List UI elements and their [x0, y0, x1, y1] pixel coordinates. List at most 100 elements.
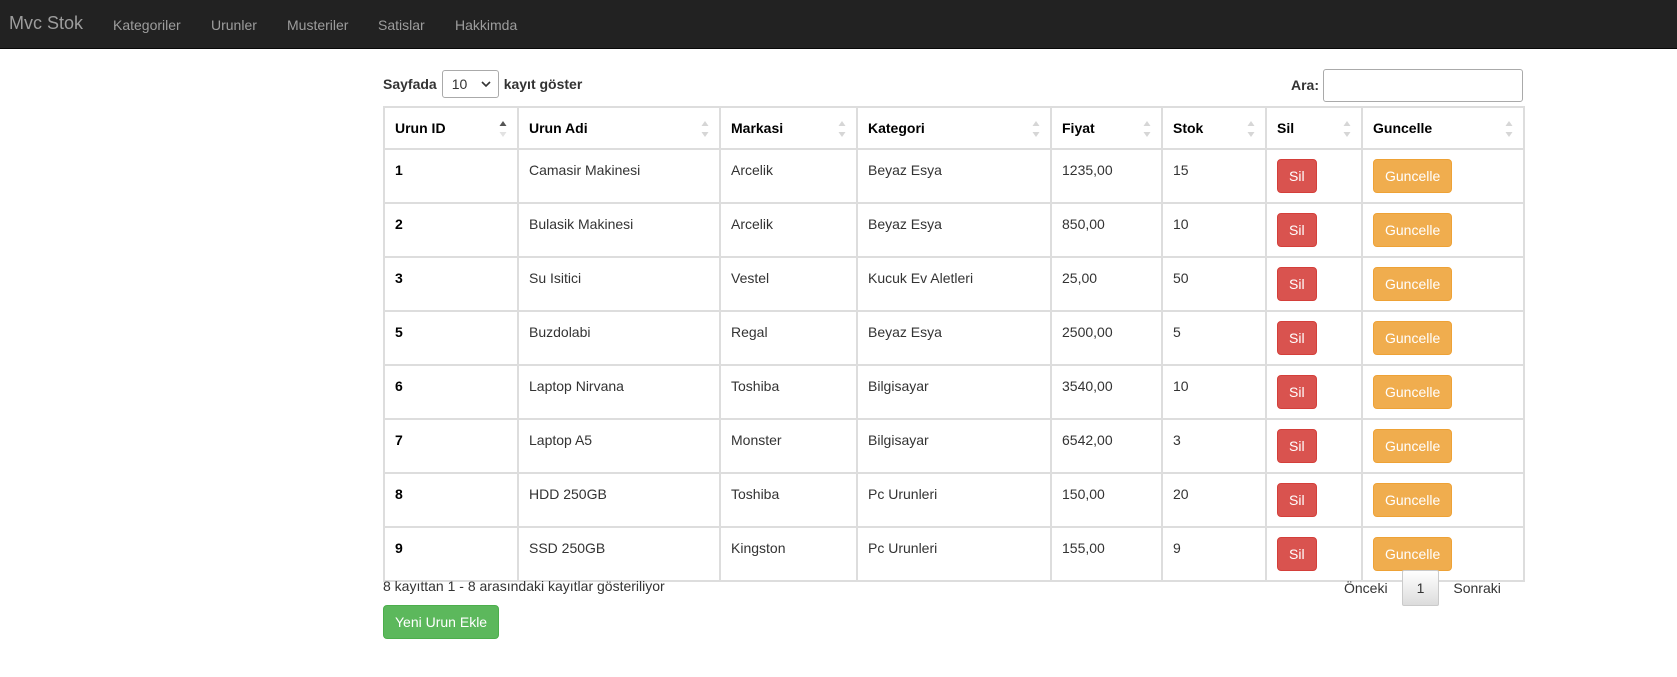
delete-button[interactable]: Sil: [1277, 213, 1317, 247]
table-row: 1 Camasir Makinesi Arcelik Beyaz Esya 12…: [383, 148, 1525, 204]
nav-link-urunler[interactable]: Urunler: [211, 15, 257, 35]
delete-button[interactable]: Sil: [1277, 375, 1317, 409]
search-input[interactable]: [1323, 68, 1524, 102]
cell-update: Guncelle: [1361, 256, 1525, 312]
update-button[interactable]: Guncelle: [1373, 213, 1453, 247]
cell-stock: 15: [1161, 148, 1267, 204]
sort-both-icon: [1505, 121, 1513, 137]
cell-price: 850,00: [1050, 202, 1163, 258]
sort-ascending-icon: [499, 121, 507, 137]
update-button[interactable]: Guncelle: [1373, 267, 1453, 301]
column-header-markasi[interactable]: Markasi: [719, 106, 858, 150]
cell-name: Laptop A5: [517, 418, 721, 474]
update-button[interactable]: Guncelle: [1373, 483, 1453, 517]
cell-delete: Sil: [1265, 364, 1363, 420]
column-header-kategori[interactable]: Kategori: [856, 106, 1052, 150]
cell-name: Su Isitici: [517, 256, 721, 312]
cell-id: 9: [383, 526, 519, 582]
top-navbar: Mvc Stok Kategoriler Urunler Musteriler …: [0, 0, 1677, 49]
column-label: Stok: [1173, 120, 1204, 136]
cell-price: 6542,00: [1050, 418, 1163, 474]
delete-button[interactable]: Sil: [1277, 483, 1317, 517]
column-label: Kategori: [868, 120, 925, 136]
cell-name: Laptop Nirvana: [517, 364, 721, 420]
next-page-button[interactable]: Sonraki: [1439, 570, 1514, 606]
delete-button[interactable]: Sil: [1277, 537, 1317, 571]
nav-link-musteriler[interactable]: Musteriler: [287, 15, 348, 35]
cell-brand: Regal: [719, 310, 858, 366]
cell-price: 3540,00: [1050, 364, 1163, 420]
sort-both-icon: [838, 121, 846, 137]
update-button[interactable]: Guncelle: [1373, 159, 1453, 193]
cell-delete: Sil: [1265, 256, 1363, 312]
column-header-stok[interactable]: Stok: [1161, 106, 1267, 150]
page-length-select[interactable]: 10: [441, 70, 499, 98]
nav-link-kategoriler[interactable]: Kategoriler: [113, 15, 181, 35]
sort-both-icon: [1343, 121, 1351, 137]
nav-link-hakkimda[interactable]: Hakkimda: [455, 15, 517, 35]
cell-update: Guncelle: [1361, 418, 1525, 474]
column-header-guncelle[interactable]: Guncelle: [1361, 106, 1525, 150]
column-label: Markasi: [731, 120, 784, 136]
column-header-urun-adi[interactable]: Urun Adi: [517, 106, 721, 150]
cell-update: Guncelle: [1361, 472, 1525, 528]
update-button[interactable]: Guncelle: [1373, 537, 1453, 571]
cell-stock: 10: [1161, 364, 1267, 420]
cell-brand: Toshiba: [719, 472, 858, 528]
cell-category: Beyaz Esya: [856, 202, 1052, 258]
products-table: Urun ID Urun Adi Markasi Kategori Fiyat …: [383, 106, 1525, 582]
cell-update: Guncelle: [1361, 148, 1525, 204]
cell-price: 1235,00: [1050, 148, 1163, 204]
table-info-text: 8 kayıttan 1 - 8 arasındaki kayıtlar gös…: [383, 578, 665, 594]
cell-category: Beyaz Esya: [856, 148, 1052, 204]
cell-category: Bilgisayar: [856, 418, 1052, 474]
update-button[interactable]: Guncelle: [1373, 375, 1453, 409]
delete-button[interactable]: Sil: [1277, 159, 1317, 193]
nav-link-satislar[interactable]: Satislar: [378, 15, 425, 35]
cell-delete: Sil: [1265, 148, 1363, 204]
chevron-down-icon: [481, 81, 491, 88]
sort-both-icon: [1032, 121, 1040, 137]
cell-stock: 50: [1161, 256, 1267, 312]
column-header-sil[interactable]: Sil: [1265, 106, 1363, 150]
brand-link[interactable]: Mvc Stok: [9, 13, 83, 33]
cell-price: 2500,00: [1050, 310, 1163, 366]
cell-id: 3: [383, 256, 519, 312]
update-button[interactable]: Guncelle: [1373, 429, 1453, 463]
cell-update: Guncelle: [1361, 364, 1525, 420]
cell-delete: Sil: [1265, 472, 1363, 528]
table-row: 2 Bulasik Makinesi Arcelik Beyaz Esya 85…: [383, 202, 1525, 258]
cell-update: Guncelle: [1361, 202, 1525, 258]
cell-stock: 5: [1161, 310, 1267, 366]
cell-stock: 9: [1161, 526, 1267, 582]
cell-price: 150,00: [1050, 472, 1163, 528]
column-header-urun-id[interactable]: Urun ID: [383, 106, 519, 150]
cell-name: Buzdolabi: [517, 310, 721, 366]
cell-stock: 3: [1161, 418, 1267, 474]
prev-page-button[interactable]: Önceki: [1330, 570, 1402, 606]
column-header-fiyat[interactable]: Fiyat: [1050, 106, 1163, 150]
cell-category: Pc Urunleri: [856, 526, 1052, 582]
update-button[interactable]: Guncelle: [1373, 321, 1453, 355]
sort-both-icon: [1143, 121, 1151, 137]
cell-id: 6: [383, 364, 519, 420]
add-product-button[interactable]: Yeni Urun Ekle: [383, 605, 500, 639]
cell-brand: Monster: [719, 418, 858, 474]
sort-both-icon: [701, 121, 709, 137]
column-label: Urun Adi: [529, 120, 588, 136]
cell-brand: Arcelik: [719, 148, 858, 204]
page-length-control: Sayfada 10 kayıt göster: [383, 70, 582, 98]
table-row: 3 Su Isitici Vestel Kucuk Ev Aletleri 25…: [383, 256, 1525, 312]
length-prefix-label: Sayfada: [383, 76, 437, 92]
delete-button[interactable]: Sil: [1277, 429, 1317, 463]
delete-button[interactable]: Sil: [1277, 267, 1317, 301]
cell-category: Pc Urunleri: [856, 472, 1052, 528]
search-control: Ara:: [1291, 68, 1524, 102]
search-label: Ara:: [1291, 77, 1320, 93]
delete-button[interactable]: Sil: [1277, 321, 1317, 355]
cell-name: HDD 250GB: [517, 472, 721, 528]
current-page-button[interactable]: 1: [1401, 569, 1440, 606]
cell-name: SSD 250GB: [517, 526, 721, 582]
cell-brand: Toshiba: [719, 364, 858, 420]
cell-name: Bulasik Makinesi: [517, 202, 721, 258]
